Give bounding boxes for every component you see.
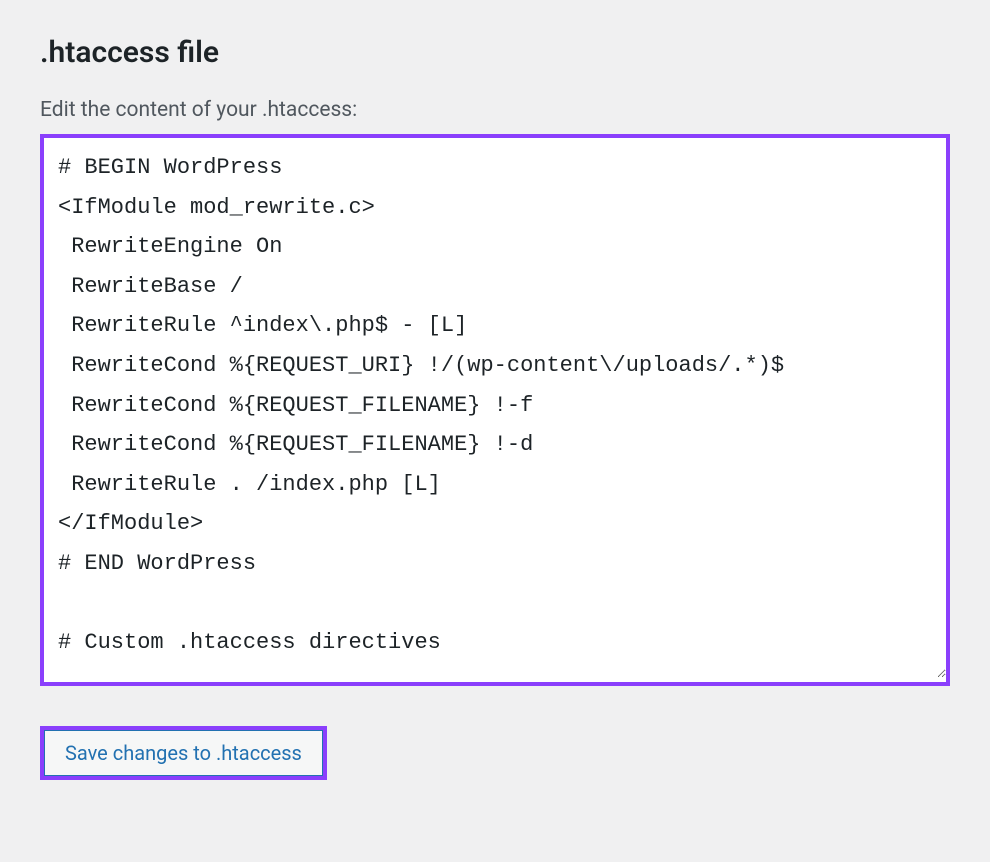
save-button-highlight: Save changes to .htaccess [40,726,327,780]
page-title: .htaccess file [40,35,950,70]
save-htaccess-button[interactable]: Save changes to .htaccess [44,730,323,776]
htaccess-textarea[interactable] [44,138,946,678]
htaccess-textarea-highlight [40,134,950,686]
htaccess-edit-label: Edit the content of your .htaccess: [40,98,950,122]
